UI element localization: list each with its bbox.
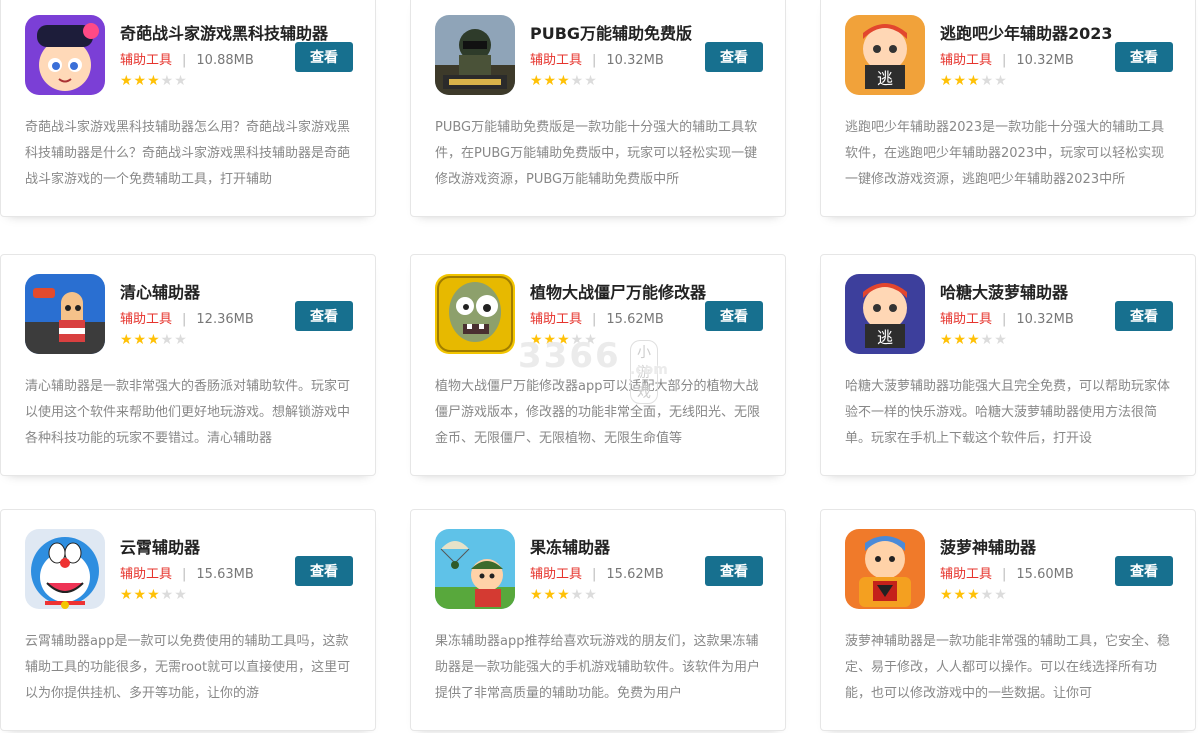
app-category: 辅助工具 [120, 312, 173, 327]
app-meta: 辅助工具 | 10.32MB [940, 53, 1074, 68]
app-size: 12.36MB [196, 312, 254, 327]
app-size: 15.60MB [1016, 567, 1074, 582]
app-category: 辅助工具 [120, 53, 173, 68]
view-button[interactable]: 查看 [1115, 42, 1173, 72]
app-category: 辅助工具 [940, 567, 993, 582]
rating-stars: ★★★★★ [120, 73, 188, 89]
app-meta: 辅助工具 | 15.63MB [120, 567, 254, 582]
app-title[interactable]: 清心辅助器 [120, 279, 200, 303]
app-size: 15.63MB [196, 567, 254, 582]
rating-stars: ★★★★★ [120, 332, 188, 348]
app-meta: 辅助工具 | 10.88MB [120, 53, 254, 68]
app-card[interactable]: 逃 哈糖大菠萝辅助器 辅助工具 | 10.32MB ★★★★★ 查看 哈糖大菠萝辅助… [820, 254, 1196, 476]
app-card[interactable]: 云霄辅助器 辅助工具 | 15.63MB ★★★★★ 查看 云霄辅助器app是一款可… [0, 509, 376, 731]
app-category: 辅助工具 [530, 567, 583, 582]
rating-stars: ★★★★★ [530, 73, 598, 89]
app-meta: 辅助工具 | 12.36MB [120, 312, 254, 327]
view-button[interactable]: 查看 [295, 42, 353, 72]
svg-text:逃: 逃 [877, 328, 893, 347]
app-title[interactable]: 果冻辅助器 [530, 534, 610, 558]
app-size: 10.32MB [1016, 312, 1074, 327]
app-title[interactable]: PUBG万能辅助免费版 [530, 20, 692, 44]
app-category: 辅助工具 [530, 312, 583, 327]
view-button[interactable]: 查看 [705, 42, 763, 72]
app-title[interactable]: 菠萝神辅助器 [940, 534, 1036, 558]
app-card[interactable]: 植物大战僵尸万能修改器 辅助工具 | 15.62MB ★★★★★ 查看 植物大战僵尸… [410, 254, 786, 476]
app-category: 辅助工具 [940, 312, 993, 327]
app-title[interactable]: 云霄辅助器 [120, 534, 200, 558]
app-meta: 辅助工具 | 15.62MB [530, 567, 664, 582]
view-button[interactable]: 查看 [1115, 556, 1173, 586]
cartoon-kid-icon[interactable] [25, 15, 105, 95]
app-description: 哈糖大菠萝辅助器功能强大且完全免费，可以帮助玩家体验不一样的快乐游戏。哈糖大菠萝… [845, 379, 1171, 446]
parachute-soldier-icon[interactable] [435, 529, 515, 609]
app-category: 辅助工具 [530, 53, 583, 68]
view-button[interactable]: 查看 [705, 301, 763, 331]
rating-stars: ★★★★★ [940, 332, 1008, 348]
app-description: PUBG万能辅助免费版是一款功能十分强大的辅助工具软件，在PUBG万能辅助免费版… [435, 120, 758, 187]
app-card[interactable]: 奇葩战斗家游戏黑科技辅助器 辅助工具 | 10.88MB ★★★★★ 查看 奇葩战斗… [0, 0, 376, 217]
app-description: 植物大战僵尸万能修改器app可以适配大部分的植物大战僵尸游戏版本，修改器的功能非… [435, 379, 761, 446]
app-title[interactable]: 哈糖大菠萝辅助器 [940, 279, 1068, 303]
app-size: 10.32MB [606, 53, 664, 68]
rating-stars: ★★★★★ [120, 587, 188, 603]
app-meta: 辅助工具 | 10.32MB [530, 53, 664, 68]
app-description: 菠萝神辅助器是一款功能非常强的辅助工具，它安全、稳定、易于修改，人人都可以操作。… [845, 634, 1171, 701]
pubg-soldier-icon[interactable] [435, 15, 515, 95]
app-description: 果冻辅助器app推荐给喜欢玩游戏的朋友们，这款果冻辅助器是一款功能强大的手机游戏… [435, 634, 761, 701]
app-title[interactable]: 奇葩战斗家游戏黑科技辅助器 [120, 20, 328, 44]
app-category: 辅助工具 [940, 53, 993, 68]
app-size: 10.32MB [1016, 53, 1074, 68]
rating-stars: ★★★★★ [940, 73, 1008, 89]
app-description: 清心辅助器是一款非常强大的香肠派对辅助软件。玩家可以使用这个软件来帮助他们更好地… [25, 379, 351, 446]
escape-boy-icon[interactable]: 逃 [845, 274, 925, 354]
view-button[interactable]: 查看 [705, 556, 763, 586]
app-card[interactable]: 菠萝神辅助器 辅助工具 | 15.60MB ★★★★★ 查看 菠萝神辅助器是一款功能… [820, 509, 1196, 731]
view-button[interactable]: 查看 [1115, 301, 1173, 331]
transformer-boy-icon[interactable] [845, 529, 925, 609]
rating-stars: ★★★★★ [530, 332, 598, 348]
app-description: 逃跑吧少年辅助器2023是一款功能十分强大的辅助工具软件，在逃跑吧少年辅助器20… [845, 120, 1165, 187]
rating-stars: ★★★★★ [530, 587, 598, 603]
app-description: 奇葩战斗家游戏黑科技辅助器怎么用？奇葩战斗家游戏黑科技辅助器是什么？奇葩战斗家游… [25, 120, 351, 187]
app-card[interactable]: 清心辅助器 辅助工具 | 12.36MB ★★★★★ 查看 清心辅助器是一款非常强大… [0, 254, 376, 476]
svg-text:逃: 逃 [877, 69, 893, 88]
app-size: 10.88MB [196, 53, 254, 68]
sausage-man-icon[interactable] [25, 274, 105, 354]
app-title[interactable]: 植物大战僵尸万能修改器 [530, 279, 706, 303]
doraemon-icon[interactable] [25, 529, 105, 609]
app-card[interactable]: PUBG万能辅助免费版 辅助工具 | 10.32MB ★★★★★ 查看 PUBG万能… [410, 0, 786, 217]
app-size: 15.62MB [606, 312, 664, 327]
app-meta: 辅助工具 | 15.62MB [530, 312, 664, 327]
app-size: 15.62MB [606, 567, 664, 582]
view-button[interactable]: 查看 [295, 301, 353, 331]
rating-stars: ★★★★★ [940, 587, 1008, 603]
zombie-icon[interactable] [435, 274, 515, 354]
app-meta: 辅助工具 | 15.60MB [940, 567, 1074, 582]
app-category: 辅助工具 [120, 567, 173, 582]
app-grid: 奇葩战斗家游戏黑科技辅助器 辅助工具 | 10.88MB ★★★★★ 查看 奇葩战斗… [0, 0, 1198, 733]
escape-boy-icon[interactable]: 逃 [845, 15, 925, 95]
app-card[interactable]: 果冻辅助器 辅助工具 | 15.62MB ★★★★★ 查看 果冻辅助器app推荐给喜… [410, 509, 786, 731]
app-title[interactable]: 逃跑吧少年辅助器2023 [940, 20, 1113, 44]
app-description: 云霄辅助器app是一款可以免费使用的辅助工具吗，这款辅助工具的功能很多，无需ro… [25, 634, 351, 701]
view-button[interactable]: 查看 [295, 556, 353, 586]
app-meta: 辅助工具 | 10.32MB [940, 312, 1074, 327]
app-card[interactable]: 逃 逃跑吧少年辅助器2023 辅助工具 | 10.32MB ★★★★★ 查看 逃跑吧… [820, 0, 1196, 217]
